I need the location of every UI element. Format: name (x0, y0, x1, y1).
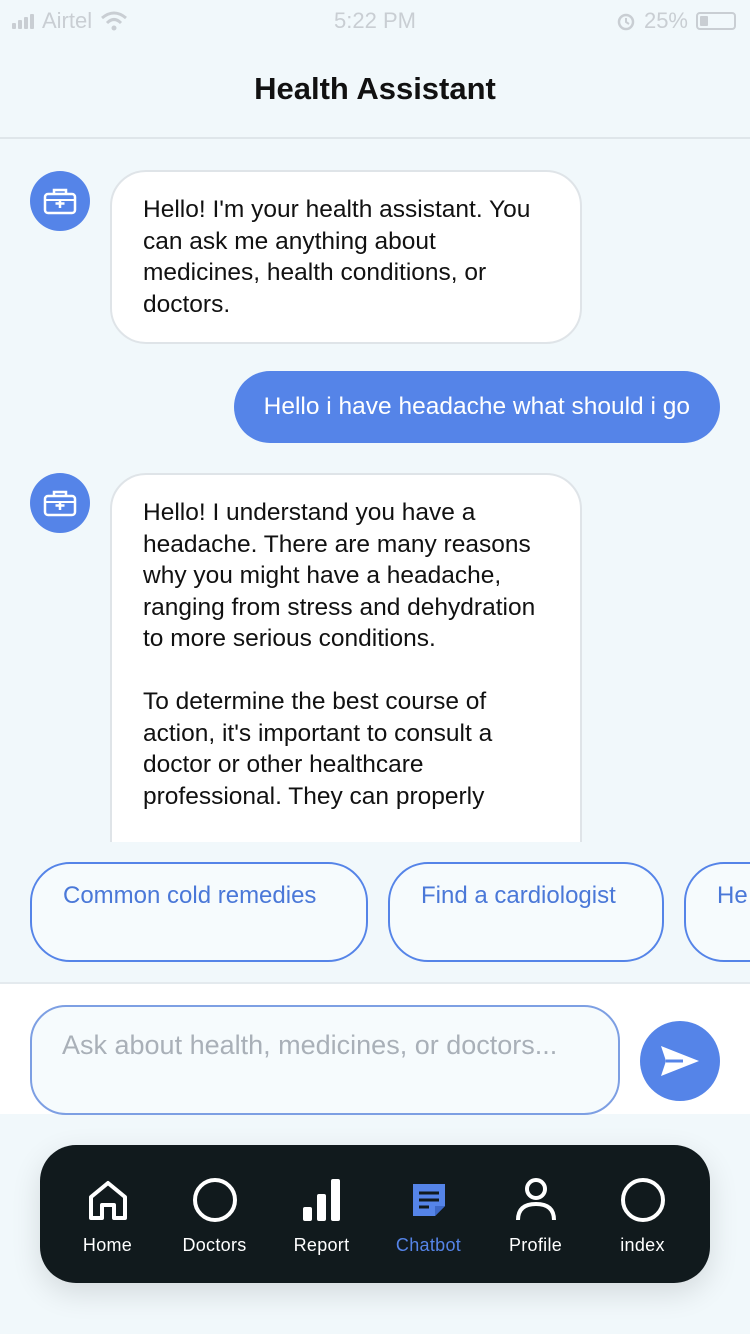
suggestion-chip[interactable]: He (684, 862, 750, 962)
tab-profile[interactable]: Profile (486, 1175, 586, 1256)
suggestion-chips[interactable]: Common cold remedies Find a cardiologist… (30, 862, 750, 962)
tab-label: Home (82, 1235, 133, 1255)
chat-note-icon (404, 1175, 454, 1225)
tab-label: Doctors (182, 1235, 247, 1255)
bot-message: Hello! I'm your health assistant. You ca… (110, 170, 582, 344)
tab-chatbot[interactable]: Chatbot (379, 1175, 479, 1256)
person-icon (511, 1175, 561, 1225)
composer: Ask about health, medicines, or doctors.… (0, 982, 750, 1115)
status-bar: Airtel 5:22 PM 25% (0, 0, 750, 40)
medical-kit-icon (43, 490, 77, 517)
send-icon (661, 1046, 699, 1076)
chat-messages[interactable]: Hello! I'm your health assistant. You ca… (0, 141, 750, 842)
tab-report[interactable]: Report (272, 1175, 372, 1256)
tab-label: index (620, 1235, 665, 1255)
home-icon (83, 1175, 133, 1225)
bot-message: Hello! I understand you have a headache.… (110, 473, 582, 842)
bot-avatar (30, 171, 90, 231)
tab-doctors[interactable]: Doctors (165, 1175, 265, 1256)
tab-label: Profile (508, 1235, 563, 1255)
suggestion-chip[interactable]: Common cold remedies (30, 862, 368, 962)
circle-icon (618, 1175, 668, 1225)
user-message: Hello i have headache what should i go (233, 371, 720, 443)
tab-index[interactable]: index (593, 1175, 693, 1256)
circle-icon (190, 1175, 240, 1225)
suggestion-chip[interactable]: Find a cardiologist (388, 862, 664, 962)
battery-percent: 25% (643, 8, 688, 33)
tab-home[interactable]: Home (58, 1175, 158, 1256)
alarm-icon (617, 13, 635, 31)
bot-avatar (30, 473, 90, 533)
bar-chart-icon (297, 1175, 347, 1225)
page-title: Health Assistant (254, 70, 496, 106)
tab-label: Report (293, 1235, 350, 1255)
header: Health Assistant (0, 40, 750, 139)
tab-label: Chatbot (395, 1235, 462, 1255)
send-button[interactable] (640, 1021, 720, 1101)
medical-kit-icon (43, 188, 77, 215)
bottom-tab-bar: Home Doctors Report Chatbot Profile inde… (40, 1145, 710, 1283)
battery-icon (696, 12, 736, 30)
message-input[interactable]: Ask about health, medicines, or doctors.… (30, 1005, 620, 1115)
